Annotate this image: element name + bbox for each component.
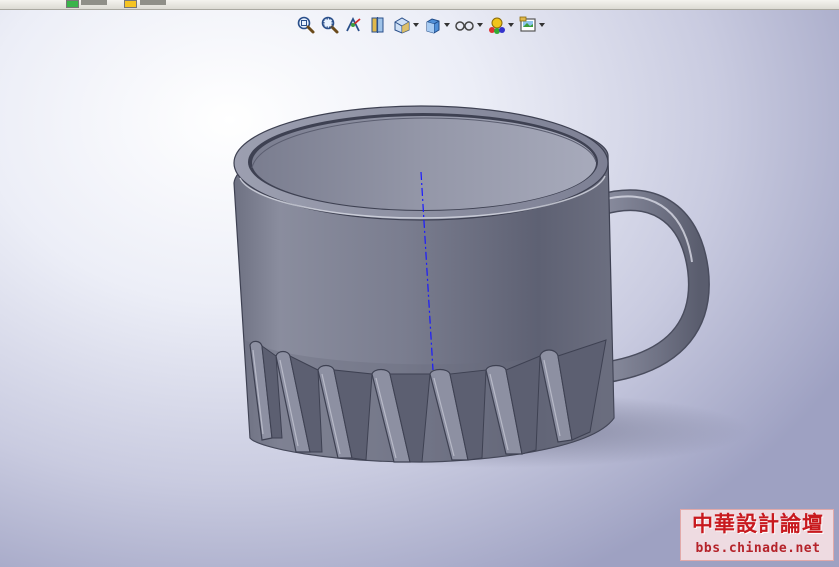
mug-3d-model[interactable]	[0, 0, 839, 567]
watermark-title: 中華設計論壇	[692, 511, 824, 536]
watermark-logo: 中華設計論壇 bbs.chinade.net	[680, 509, 834, 561]
mug-rim	[233, 105, 609, 221]
mug-handle[interactable]	[589, 189, 710, 383]
watermark-url: bbs.chinade.net	[695, 541, 821, 556]
